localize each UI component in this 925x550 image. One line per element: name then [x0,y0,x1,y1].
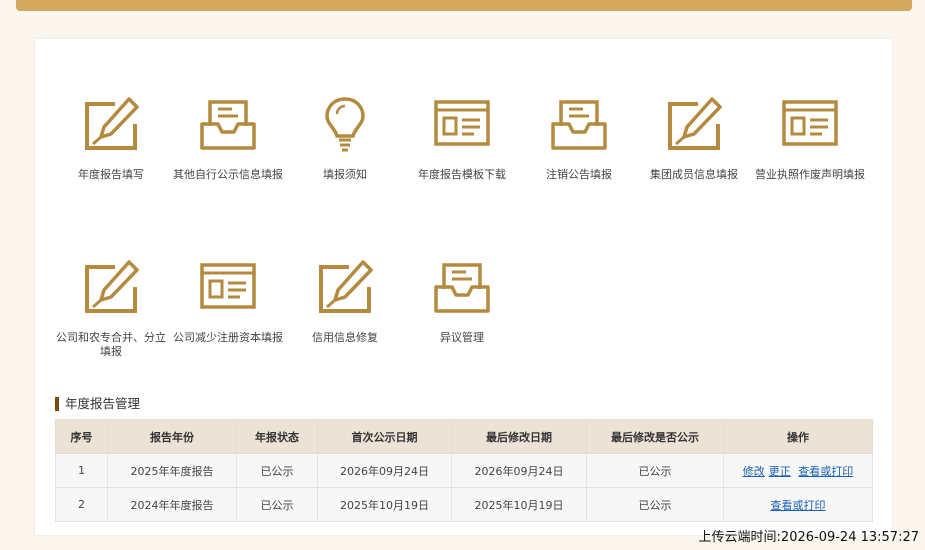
table-row: 2 2024年年度报告 已公示 2025年10月19日 2025年10月19日 … [55,487,873,522]
column-header: 首次公示日期 [317,419,452,454]
cell-year: 2025年年度报告 [107,453,237,488]
inbox-icon [200,100,256,150]
annual-report-table: 序号 报告年份 年报状态 首次公示日期 最后修改日期 最后修改是否公示 操作 1… [55,419,873,522]
view-print-link[interactable]: 查看或打印 [798,465,853,478]
view-print-link[interactable]: 查看或打印 [771,499,826,512]
tile-label: 年度报告模板下载 [418,168,506,181]
correct-link[interactable]: 更正 [769,465,791,478]
column-header: 最后修改日期 [451,419,587,454]
top-navigation-bar [16,0,912,11]
section-title: 年度报告管理 [55,397,140,411]
column-header: 报告年份 [107,419,237,454]
tile-label: 公司和农专合并、分立填报 [56,331,166,358]
template-icon [200,263,256,309]
cell-published: 已公示 [586,487,724,522]
column-header: 最后修改是否公示 [586,419,724,454]
tile-deregistration[interactable]: 注销公告填报 [519,96,639,182]
column-header: 序号 [55,419,108,454]
tile-license-void[interactable]: 营业执照作废声明填报 [750,96,870,182]
tile-objection-management[interactable]: 异议管理 [402,259,522,345]
edit-icon [85,97,139,150]
template-icon [782,100,838,146]
tile-filing-notice[interactable]: 填报须知 [285,96,405,182]
tile-other-disclosure[interactable]: 其他自行公示信息填报 [168,96,288,182]
upload-timestamp: 上传云端时间:2026-09-24 13:57:27 [698,530,919,545]
cell-status: 已公示 [236,487,318,522]
tile-label: 公司减少注册资本填报 [173,331,283,344]
tile-label: 营业执照作废声明填报 [755,168,865,181]
edit-icon [668,97,722,150]
tile-group-members[interactable]: 集团成员信息填报 [634,96,754,182]
tile-label: 填报须知 [323,168,367,181]
tile-credit-repair[interactable]: 信用信息修复 [285,259,405,345]
cell-first-date: 2025年10月19日 [317,487,452,522]
tile-label: 注销公告填报 [546,168,612,181]
tile-annual-report-fill[interactable]: 年度报告填写 [51,96,171,182]
tile-label: 年度报告填写 [78,168,144,181]
tile-label: 异议管理 [440,331,484,344]
main-card: 年度报告填写 其他自行公示信息填报 填报须知 年度报告模板下载 注销公告填报 集… [35,39,892,535]
tile-label: 信用信息修复 [312,331,378,344]
cell-actions: 修改 更正 查看或打印 [723,453,873,488]
table-header-row: 序号 报告年份 年报状态 首次公示日期 最后修改日期 最后修改是否公示 操作 [55,419,873,454]
cell-actions: 查看或打印 [723,487,873,522]
cell-status: 已公示 [236,453,318,488]
tile-label: 集团成员信息填报 [650,168,738,181]
column-header: 年报状态 [236,419,318,454]
cell-published: 已公示 [586,453,724,488]
inbox-icon [434,263,490,313]
table-row: 1 2025年年度报告 已公示 2026年09月24日 2026年09月24日 … [55,453,873,488]
cell-no: 2 [55,487,108,522]
cell-year: 2024年年度报告 [107,487,237,522]
edit-icon [319,260,373,313]
cell-first-date: 2026年09月24日 [317,453,452,488]
template-icon [434,100,490,146]
tile-capital-reduction[interactable]: 公司减少注册资本填报 [168,259,288,345]
inbox-icon [551,100,607,150]
cell-last-date: 2026年09月24日 [451,453,587,488]
edit-icon [85,260,139,313]
tile-template-download[interactable]: 年度报告模板下载 [402,96,522,182]
tile-merger-split[interactable]: 公司和农专合并、分立填报 [51,259,171,359]
tile-label: 其他自行公示信息填报 [173,168,283,181]
cell-last-date: 2025年10月19日 [451,487,587,522]
cell-no: 1 [55,453,108,488]
modify-link[interactable]: 修改 [743,465,765,478]
column-header: 操作 [723,419,873,454]
lightbulb-icon [325,97,365,152]
